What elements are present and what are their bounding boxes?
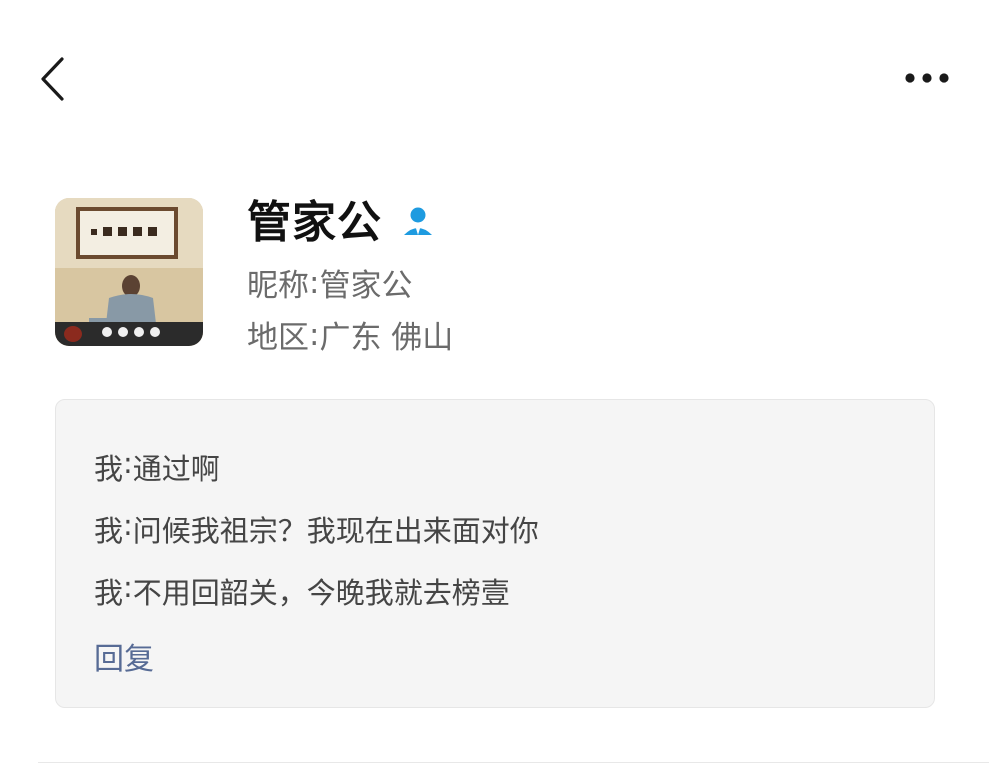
reply-button[interactable]: 回复 <box>94 634 154 678</box>
message-text: 不用回韶关，今晚我就去榜壹 <box>132 576 510 610</box>
nickname-value: 管家公 <box>319 268 413 304</box>
message-text: 通过啊 <box>132 452 220 486</box>
nickname-line: 昵称 : 管家公 <box>247 260 412 305</box>
message-colon: : <box>123 570 133 604</box>
avatar-photo <box>55 198 203 346</box>
message-item: 我: 问候我祖宗？我现在出来面对你 <box>94 508 539 550</box>
message-sender: 我 <box>94 452 124 486</box>
region-separator: : <box>309 316 320 353</box>
contact-person-icon <box>400 203 436 239</box>
profile-header: 管家公 昵称 : 管家公 地区 : 广东 佛山 <box>0 190 989 360</box>
navigation-bar <box>0 0 989 160</box>
avatar[interactable] <box>55 198 203 346</box>
more-horizontal-icon <box>905 73 949 83</box>
region-label: 地区 <box>247 320 309 356</box>
message-sender: 我 <box>94 514 124 548</box>
message-item: 我: 不用回韶关，今晚我就去榜壹 <box>94 570 510 612</box>
nickname-separator: : <box>309 264 320 301</box>
message-item: 我: 通过啊 <box>94 446 220 488</box>
region-value: 广东 佛山 <box>319 320 454 356</box>
contact-profile-page: 管家公 昵称 : 管家公 地区 : 广东 佛山 我: 通过啊 我: 问候我祖宗？… <box>0 0 989 768</box>
message-text: 问候我祖宗？我现在出来面对你 <box>132 514 539 548</box>
message-sender: 我 <box>94 576 124 610</box>
message-colon: : <box>123 446 133 480</box>
nickname-label: 昵称 <box>247 268 309 304</box>
more-options-button[interactable] <box>896 58 958 98</box>
friend-request-messages: 我: 通过啊 我: 问候我祖宗？我现在出来面对你 我: 不用回韶关，今晚我就去榜… <box>55 399 935 708</box>
section-divider <box>38 762 989 763</box>
back-button[interactable] <box>28 52 78 106</box>
message-colon: : <box>123 508 133 542</box>
chevron-left-icon <box>41 57 64 101</box>
display-name: 管家公 <box>247 197 382 248</box>
region-line: 地区 : 广东 佛山 <box>247 312 453 357</box>
display-name-row: 管家公 <box>247 190 436 248</box>
